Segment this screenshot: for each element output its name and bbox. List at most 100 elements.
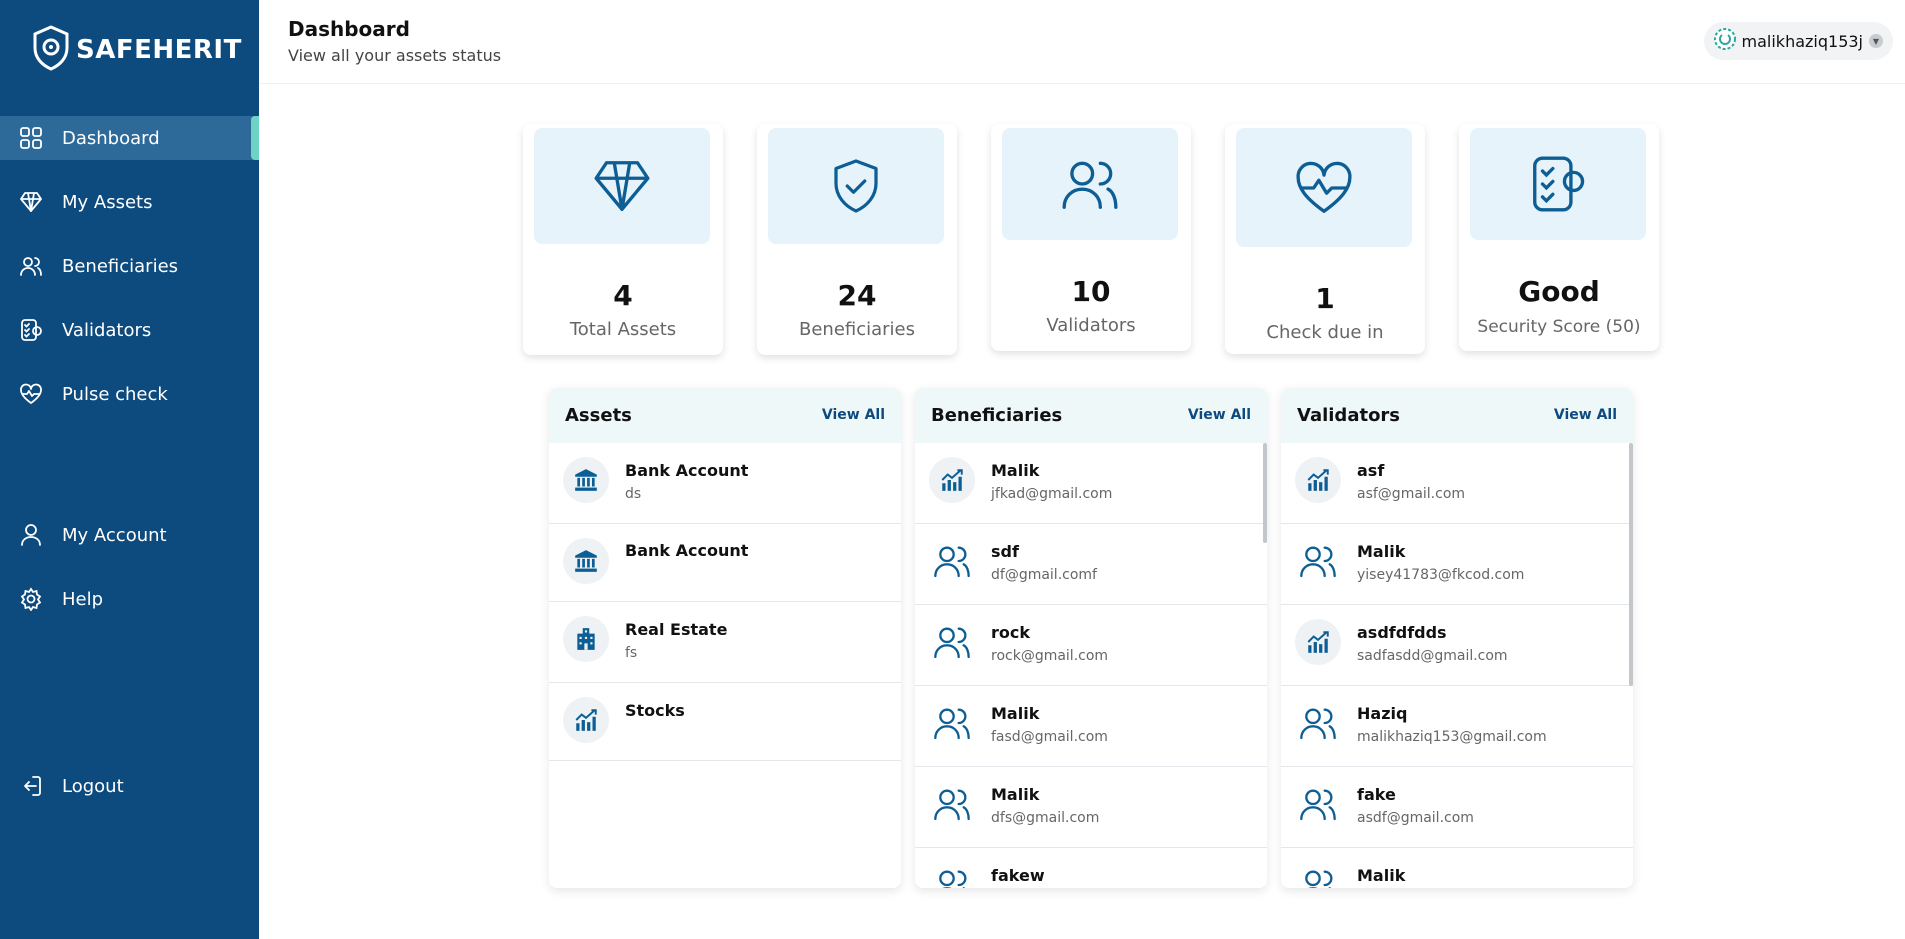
list-item[interactable]: Stocks xyxy=(549,683,901,761)
list-item[interactable]: Malik xyxy=(1281,848,1633,888)
sidebar-item-label: Validators xyxy=(62,319,152,341)
stat-card-check-due: 1 Check due in xyxy=(1225,124,1425,354)
beneficiary-name: Malik xyxy=(991,704,1040,723)
users-icon xyxy=(929,781,975,827)
bank-icon xyxy=(563,538,609,584)
sidebar-item-label: Logout xyxy=(62,775,124,797)
scrollbar[interactable] xyxy=(1263,443,1267,543)
page-subtitle: View all your assets status xyxy=(288,46,502,65)
heart-pulse-icon xyxy=(18,381,44,407)
sidebar-item-beneficiaries[interactable]: Beneficiaries xyxy=(0,244,259,288)
sidebar-item-label: Dashboard xyxy=(62,127,160,149)
list-item[interactable]: asf asf@gmail.com xyxy=(1281,443,1633,524)
asset-detail: fs xyxy=(625,645,638,661)
sidebar-item-label: Beneficiaries xyxy=(62,255,179,277)
validator-email: sadfasdd@gmail.com xyxy=(1357,648,1508,664)
sidebar-item-my-assets[interactable]: My Assets xyxy=(0,180,259,224)
building-icon xyxy=(563,616,609,662)
asset-name: Real Estate xyxy=(625,620,728,639)
user-menu[interactable]: malikhaziq153j ▼ xyxy=(1703,22,1893,60)
list-item[interactable]: Malik jfkad@gmail.com xyxy=(915,443,1267,524)
list-item[interactable]: rock rock@gmail.com xyxy=(915,605,1267,686)
panel-header: Beneficiaries View All xyxy=(915,388,1267,443)
validator-email: asdf@gmail.com xyxy=(1357,810,1474,826)
panel-title: Validators xyxy=(1297,405,1401,426)
validators-panel: Validators View All asf asf@gmail.com Ma… xyxy=(1281,388,1633,888)
stat-label: Validators xyxy=(1046,315,1136,336)
list-item[interactable]: Malik yisey41783@fkcod.com xyxy=(1281,524,1633,605)
sidebar: SAFEHERIT Dashboard My Assets Beneficiar… xyxy=(0,0,259,939)
beneficiary-email: dfs@gmail.com xyxy=(991,810,1100,826)
beneficiary-email: df@gmail.comf xyxy=(991,567,1097,583)
avatar xyxy=(1713,28,1736,54)
list-item[interactable]: Bank Account xyxy=(549,524,901,602)
stat-value: Good xyxy=(1518,275,1600,308)
grid-icon xyxy=(18,125,44,151)
list-item[interactable]: asdfdfdds sadfasdd@gmail.com xyxy=(1281,605,1633,686)
view-all-assets-link[interactable]: View All xyxy=(822,407,885,423)
users-icon xyxy=(18,253,44,279)
scrollbar[interactable] xyxy=(1629,443,1633,686)
chevron-down-icon[interactable]: ▼ xyxy=(1869,34,1883,48)
page-title: Dashboard xyxy=(288,17,410,41)
list-item[interactable]: Real Estate fs xyxy=(549,602,901,683)
list-item[interactable]: Malik dfs@gmail.com xyxy=(915,767,1267,848)
brand-name: SAFEHERIT xyxy=(76,35,242,65)
sidebar-item-my-account[interactable]: My Account xyxy=(0,513,259,557)
diamond-icon xyxy=(18,189,44,215)
validator-name: fake xyxy=(1357,785,1396,804)
stat-label: Security Score (50) xyxy=(1477,317,1641,337)
validator-name: asdfdfdds xyxy=(1357,623,1447,642)
chart-up-icon xyxy=(1295,457,1341,503)
stat-card-total-assets: 4 Total Assets xyxy=(523,124,723,355)
sidebar-item-pulse-check[interactable]: Pulse check xyxy=(0,372,259,416)
validator-name: asf xyxy=(1357,461,1385,480)
stat-card-beneficiaries: 24 Beneficiaries xyxy=(757,124,957,355)
list-item[interactable]: fake asdf@gmail.com xyxy=(1281,767,1633,848)
view-all-beneficiaries-link[interactable]: View All xyxy=(1188,407,1251,423)
stat-value: 24 xyxy=(837,279,877,312)
stat-label: Beneficiaries xyxy=(798,319,916,340)
beneficiary-name: fakew xyxy=(991,866,1045,885)
view-all-validators-link[interactable]: View All xyxy=(1554,407,1617,423)
stat-label: Check due in xyxy=(1266,322,1384,343)
logo-shield-icon xyxy=(32,25,70,75)
list-item[interactable]: Haziq malikhaziq153@gmail.com xyxy=(1281,686,1633,767)
sidebar-item-logout[interactable]: Logout xyxy=(0,764,259,808)
list-item[interactable]: fakew xyxy=(915,848,1267,888)
panel-header: Validators View All xyxy=(1281,388,1633,443)
gear-icon xyxy=(18,586,44,612)
validator-email: yisey41783@fkcod.com xyxy=(1357,567,1525,583)
users-icon xyxy=(1002,128,1178,240)
users-icon xyxy=(1295,781,1341,827)
user-icon xyxy=(18,522,44,548)
users-icon xyxy=(929,619,975,665)
stat-label: Total Assets xyxy=(569,319,677,340)
validator-email: asf@gmail.com xyxy=(1357,486,1466,502)
chart-up-icon xyxy=(1295,619,1341,665)
username: malikhaziq153j xyxy=(1741,31,1863,51)
beneficiary-name: Malik xyxy=(991,461,1040,480)
users-icon xyxy=(1295,700,1341,746)
checklist-icon xyxy=(18,317,44,343)
stat-value: 1 xyxy=(1315,282,1335,315)
logout-icon xyxy=(18,773,44,799)
sidebar-item-validators[interactable]: Validators xyxy=(0,308,259,352)
validator-email: malikhaziq153@gmail.com xyxy=(1357,729,1547,745)
list-item[interactable]: sdf df@gmail.comf xyxy=(915,524,1267,605)
list-item[interactable]: Malik fasd@gmail.com xyxy=(915,686,1267,767)
beneficiary-name: rock xyxy=(991,623,1031,642)
panel-title: Beneficiaries xyxy=(931,405,1063,426)
beneficiary-name: Malik xyxy=(991,785,1040,804)
list-item[interactable]: Bank Account ds xyxy=(549,443,901,524)
assets-list: Bank Account ds Bank Account Real Estate… xyxy=(549,443,901,888)
sidebar-item-help[interactable]: Help xyxy=(0,577,259,621)
heart-pulse-icon xyxy=(1236,128,1412,247)
validator-name: Haziq xyxy=(1357,704,1408,723)
beneficiary-name: sdf xyxy=(991,542,1019,561)
sidebar-item-dashboard[interactable]: Dashboard xyxy=(0,116,259,160)
beneficiary-email: rock@gmail.com xyxy=(991,648,1109,664)
logo[interactable]: SAFEHERIT xyxy=(32,25,242,75)
top-header: Dashboard View all your assets status ma… xyxy=(259,0,1905,84)
bank-icon xyxy=(563,457,609,503)
